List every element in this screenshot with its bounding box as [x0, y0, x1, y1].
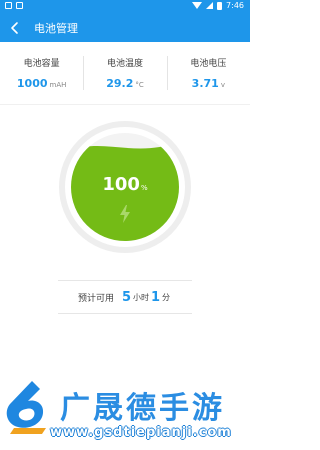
notification-icons: [5, 2, 23, 9]
stat-temperature: 电池温度 29.2 °C: [83, 50, 166, 96]
stat-label: 电池电压: [190, 59, 227, 69]
stat-label: 电池容量: [23, 59, 60, 69]
signal-icon: [206, 2, 214, 9]
system-icons: 7:46: [192, 1, 244, 10]
battery-gauge: 100%: [58, 120, 192, 254]
app-bar: 电池管理: [0, 14, 250, 42]
remaining-label: 预计可用: [77, 293, 114, 304]
percent-sign: %: [140, 184, 148, 192]
stat-value: 3.71 v: [191, 77, 225, 90]
stat-voltage: 电池电压 3.71 v: [166, 50, 250, 96]
minutes-unit: 分: [162, 292, 171, 302]
stat-value: 29.2 °C: [106, 77, 144, 90]
divider: [0, 104, 250, 105]
back-arrow-icon[interactable]: [8, 21, 22, 35]
remaining-time: 预计可用 5 小时 1 分: [58, 280, 192, 314]
stat-unit: °C: [135, 81, 144, 89]
battery-percentage: 100%: [58, 174, 192, 195]
remaining-hours: 5: [121, 289, 131, 305]
page-title: 电池管理: [34, 22, 78, 35]
watermark-logo-icon: [6, 381, 46, 434]
battery-status-icon: [217, 1, 223, 10]
watermark-title: 广晟德手游: [60, 391, 225, 426]
watermark-url: www.gsdtiepianji.com: [50, 425, 232, 440]
hours-unit: 小时: [133, 292, 149, 302]
wifi-icon: [192, 2, 203, 9]
notification-icon: [16, 2, 23, 9]
stat-label: 电池温度: [106, 59, 143, 69]
stat-value: 1000 mAH: [16, 77, 67, 90]
notification-icon: [5, 2, 12, 9]
battery-percent-value: 100: [102, 174, 140, 195]
remaining-minutes: 1: [151, 289, 161, 305]
battery-stats: 电池容量 1000 mAH 电池温度 29.2 °C 电池电压 3.71 v: [0, 50, 250, 96]
stat-unit: mAH: [49, 81, 67, 89]
stat-capacity: 电池容量 1000 mAH: [0, 50, 83, 96]
status-bar: 7:46: [0, 0, 250, 14]
lightning-bolt-icon: [120, 205, 130, 223]
status-time: 7:46: [226, 1, 244, 10]
stat-unit: v: [220, 81, 225, 89]
